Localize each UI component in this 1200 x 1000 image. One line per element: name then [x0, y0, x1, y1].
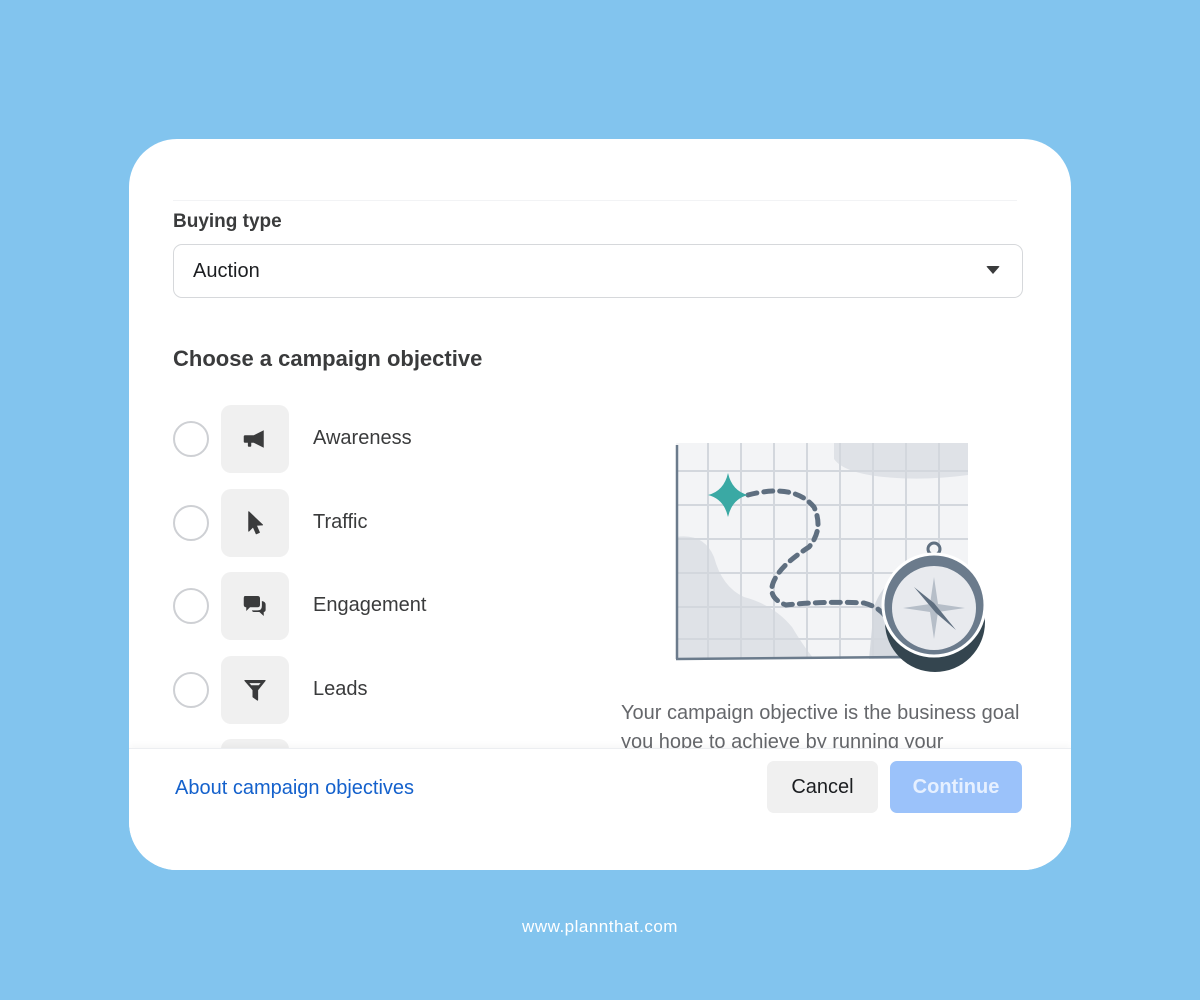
objective-option-engagement[interactable]: Engagement	[173, 572, 593, 656]
buying-type-value: Auction	[193, 260, 260, 282]
radio-button[interactable]	[173, 504, 209, 541]
map-compass-illustration	[675, 443, 987, 672]
cursor-icon	[248, 510, 263, 534]
objective-description: Your campaign objective is the business …	[621, 702, 1020, 751]
objective-label: Traffic	[313, 510, 368, 533]
objective-section-title: Choose a campaign objective	[173, 346, 483, 371]
about-objectives-link[interactable]: About campaign objectives	[175, 777, 414, 800]
objective-label: Engagement	[313, 594, 427, 616]
buying-type-label: Buying type	[173, 211, 282, 232]
icon-tile	[221, 488, 289, 557]
campaign-dialog: Buying type Auction Choose a campaign ob…	[129, 139, 1071, 870]
caret-down-icon	[986, 266, 1000, 274]
objective-option-awareness[interactable]: Awareness	[173, 405, 593, 489]
continue-button[interactable]: Continue	[890, 761, 1022, 813]
buying-type-select[interactable]: Auction	[173, 244, 1023, 298]
objective-option-leads[interactable]: Leads	[173, 655, 593, 740]
objective-label: Awareness	[313, 427, 412, 449]
dialog-footer: About campaign objectives Cancel Continu…	[129, 748, 1071, 870]
radio-button[interactable]	[173, 421, 209, 457]
objective-option-traffic[interactable]: Traffic	[173, 488, 593, 573]
chat-bubbles-icon	[243, 596, 266, 616]
cancel-button[interactable]: Cancel	[767, 761, 878, 813]
icon-tile	[221, 655, 289, 724]
website-watermark: www.plannthat.com	[522, 917, 678, 936]
radio-button[interactable]	[173, 671, 209, 708]
icon-tile	[221, 405, 289, 473]
objective-label: Leads	[313, 677, 368, 700]
icon-tile	[221, 572, 289, 640]
divider	[173, 200, 1017, 201]
radio-button[interactable]	[173, 588, 209, 624]
megaphone-icon	[243, 430, 264, 448]
funnel-icon	[244, 679, 266, 701]
objective-list[interactable]: Awareness Traffic Engagement Leads	[173, 405, 593, 750]
